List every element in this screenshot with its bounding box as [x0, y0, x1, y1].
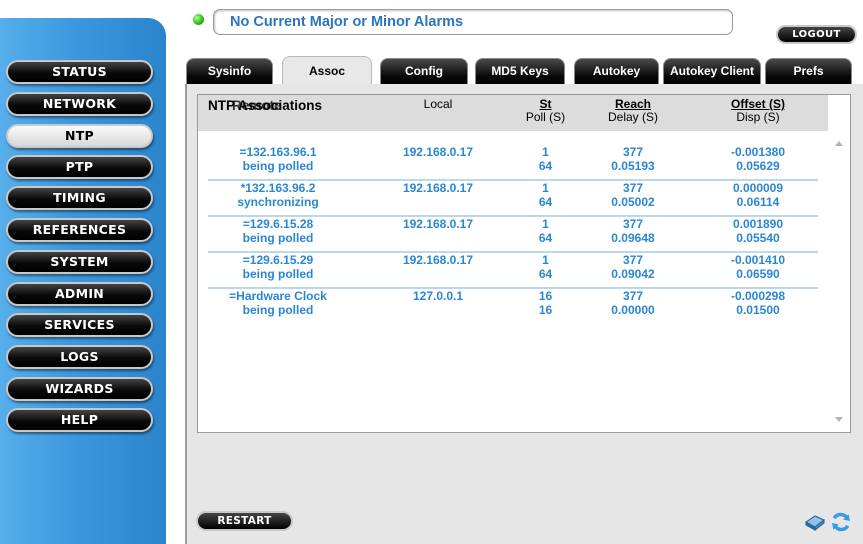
header-offset-disp: Offset (S) Disp (S)	[703, 98, 813, 124]
refresh-icon[interactable]	[830, 511, 852, 533]
table-row: =129.6.15.28 being polled 192.168.0.17 1…	[198, 217, 828, 253]
table-header: NTP Associations Remote Local St Poll (S…	[198, 95, 828, 131]
row-delay: 0.05002	[611, 195, 655, 209]
row-reach: 377	[622, 145, 644, 159]
row-delay: 0.09042	[611, 267, 655, 281]
header-delay: Delay (S)	[607, 110, 658, 124]
row-disp: 0.06114	[736, 195, 780, 209]
row-local: 192.168.0.17	[402, 217, 474, 231]
row-st: 1	[542, 253, 549, 267]
nav-wizards-button[interactable]: WIZARDS	[6, 377, 153, 401]
nav-logs-button[interactable]: LOGS	[6, 345, 153, 369]
row-st: 1	[542, 145, 549, 159]
table-row: =Hardware Clock being polled 127.0.0.1 1…	[198, 289, 828, 325]
row-state: being polled	[242, 231, 314, 245]
row-state: being polled	[242, 159, 314, 173]
row-local: 192.168.0.17	[402, 181, 474, 195]
row-poll: 64	[538, 267, 553, 281]
table-row: =132.163.96.1 being polled 192.168.0.17 …	[198, 145, 828, 181]
tab-sysinfo[interactable]: Sysinfo	[186, 58, 273, 84]
header-poll: Poll (S)	[525, 110, 566, 124]
header-disp: Disp (S)	[736, 110, 780, 124]
nav-references-button[interactable]: REFERENCES	[6, 218, 153, 242]
row-disp: 0.05629	[736, 159, 780, 173]
row-disp: 0.05540	[736, 231, 780, 245]
nav-status-button[interactable]: STATUS	[6, 60, 153, 84]
row-remote: =129.6.15.28	[242, 217, 314, 231]
row-remote: =Hardware Clock	[229, 289, 327, 303]
row-reach: 377	[622, 181, 644, 195]
nav-help-button[interactable]: HELP	[6, 408, 153, 432]
header-reach-delay: Reach Delay (S)	[583, 98, 683, 124]
table-row: =129.6.15.29 being polled 192.168.0.17 1…	[198, 253, 828, 289]
row-state: synchronizing	[237, 195, 319, 209]
associations-table: NTP Associations Remote Local St Poll (S…	[197, 94, 851, 433]
row-reach: 377	[622, 289, 644, 303]
row-poll: 64	[538, 231, 553, 245]
table-scrollbar[interactable]	[830, 131, 850, 432]
row-delay: 0.05193	[611, 159, 655, 173]
row-state: being polled	[242, 303, 314, 317]
row-delay: 0.00000	[611, 303, 655, 317]
tab-autokey[interactable]: Autokey	[574, 58, 659, 84]
row-offset: 0.000009	[732, 181, 784, 195]
row-remote: =129.6.15.29	[242, 253, 314, 267]
row-disp: 0.06590	[736, 267, 780, 281]
tab-autokey-client[interactable]: Autokey Client	[663, 58, 761, 84]
nav-system-button[interactable]: SYSTEM	[6, 250, 153, 274]
header-local: Local	[423, 97, 453, 111]
row-st: 1	[542, 181, 549, 195]
row-reach: 377	[622, 217, 644, 231]
row-state: being polled	[242, 267, 314, 281]
nav-services-button[interactable]: SERVICES	[6, 313, 153, 337]
row-offset: -0.001410	[730, 253, 786, 267]
row-st: 16	[538, 289, 553, 303]
row-disp: 0.01500	[736, 303, 780, 317]
help-book-icon[interactable]	[805, 513, 825, 531]
nav-ntp-button[interactable]: NTP	[6, 124, 153, 148]
row-offset: -0.000298	[730, 289, 786, 303]
scroll-up-icon[interactable]	[835, 141, 843, 146]
sidebar: STATUS NETWORK NTP PTP TIMING REFERENCES…	[0, 0, 170, 544]
table-row: *132.163.96.2 synchronizing 192.168.0.17…	[198, 181, 828, 217]
row-local: 192.168.0.17	[402, 253, 474, 267]
tab-md5-keys[interactable]: MD5 Keys	[475, 58, 565, 84]
scroll-down-icon[interactable]	[835, 417, 843, 422]
alarm-status-led-icon	[193, 14, 204, 25]
remote-column-header: Remote	[232, 98, 282, 113]
row-offset: 0.001890	[732, 217, 784, 231]
row-remote: *132.163.96.2	[240, 181, 316, 195]
row-poll: 64	[538, 195, 553, 209]
header-st-poll: St Poll (S)	[508, 98, 583, 124]
row-offset: -0.001380	[730, 145, 786, 159]
row-reach: 377	[622, 253, 644, 267]
row-delay: 0.09648	[611, 231, 655, 245]
row-poll: 16	[538, 303, 553, 317]
logout-button[interactable]: LOGOUT	[776, 25, 857, 44]
row-local: 127.0.0.1	[412, 289, 464, 303]
nav-network-button[interactable]: NETWORK	[6, 92, 153, 116]
tab-config[interactable]: Config	[380, 58, 468, 84]
row-poll: 64	[538, 159, 553, 173]
tab-prefs[interactable]: Prefs	[765, 58, 852, 84]
row-st: 1	[542, 217, 549, 231]
nav-ptp-button[interactable]: PTP	[6, 155, 153, 179]
tab-assoc[interactable]: Assoc	[282, 56, 372, 84]
nav-timing-button[interactable]: TIMING	[6, 186, 153, 210]
alarm-status-box: No Current Major or Minor Alarms	[213, 9, 733, 35]
nav-admin-button[interactable]: ADMIN	[6, 282, 153, 306]
row-remote: =132.163.96.1	[239, 145, 317, 159]
restart-button[interactable]: RESTART	[196, 511, 293, 531]
row-local: 192.168.0.17	[402, 145, 474, 159]
